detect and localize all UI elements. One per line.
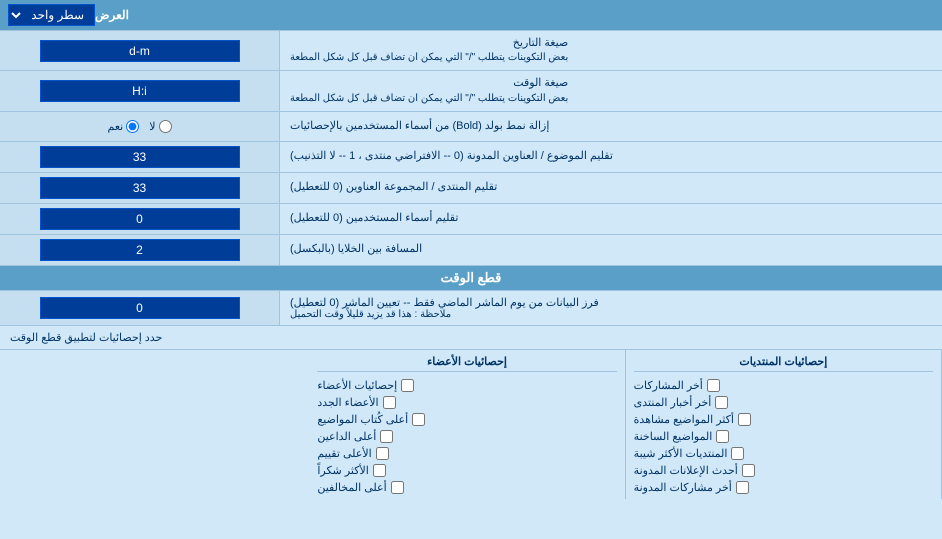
radio-no-label[interactable]: لا [149,120,171,133]
checkbox-popular-forums[interactable] [731,447,744,460]
check-forum-news: أخر أخبار المنتدى [634,396,933,409]
radio-yes[interactable] [126,120,139,133]
stats-apply-label: حدد إحصائيات لتطبيق قطع الوقت [0,326,942,349]
freeze-label: فرز البيانات من يوم الماشر الماضي فقط --… [280,291,942,325]
time-format-row: صيغة الوقت بعض التكوينات يتطلب "/" التي … [0,71,942,111]
check-member-stats: إحصائيات الأعضاء [317,379,616,392]
radio-yes-label[interactable]: نعم [108,120,140,133]
check-top-rated: الأعلى تقييم [317,447,616,460]
remove-bold-row: إزالة نمط بولد (Bold) من أسماء المستخدمي… [0,112,942,142]
date-format-input[interactable] [40,40,240,62]
freeze-input[interactable] [40,297,240,319]
stats-col1-header: إحصائيات المنتديات [634,355,933,372]
check-top-writers: أعلى كُتاب المواضيع [317,413,616,426]
stats-col-members: إحصائيات الأعضاء إحصائيات الأعضاء الأعضا… [309,350,625,499]
check-top-inviters: أعلى الداعين [317,430,616,443]
time-format-input-cell [0,71,280,110]
time-format-label: صيغة الوقت بعض التكوينات يتطلب "/" التي … [280,71,942,110]
topic-titles-label: تقليم الموضوع / العناوين المدونة (0 -- ا… [280,142,942,172]
checkbox-top-inviters[interactable] [380,430,393,443]
member-names-input[interactable] [40,208,240,230]
checkbox-top-rated[interactable] [376,447,389,460]
member-names-input-cell [0,204,280,234]
checkbox-member-stats[interactable] [401,379,414,392]
forum-titles-input[interactable] [40,177,240,199]
checkbox-last-posts[interactable] [707,379,720,392]
checkbox-new-members[interactable] [383,396,396,409]
check-last-posts: أخر المشاركات [634,379,933,392]
checkbox-blog-posts[interactable] [736,481,749,494]
remove-bold-input-cell: نعم لا [0,112,280,141]
remove-bold-radio-group: نعم لا [108,120,172,133]
freeze-data-row: فرز البيانات من يوم الماشر الماضي فقط --… [0,291,942,326]
member-names-label: تقليم أسماء المستخدمين (0 للتعطيل) [280,204,942,234]
forum-titles-label: تقليم المنتدى / المجموعة العناوين (0 للت… [280,173,942,203]
main-container: العرض سطر واحد صيغة التاريخ بعض التكوينا… [0,0,942,499]
checkbox-most-thankful[interactable] [373,464,386,477]
stats-col-empty [0,350,309,499]
topic-titles-row: تقليم الموضوع / العناوين المدونة (0 -- ا… [0,142,942,173]
top-row: العرض سطر واحد [0,0,942,31]
member-names-row: تقليم أسماء المستخدمين (0 للتعطيل) [0,204,942,235]
checkbox-top-violators[interactable] [391,481,404,494]
radio-no[interactable] [159,120,172,133]
top-label: العرض [95,8,934,22]
freeze-input-cell [0,291,280,325]
cell-spacing-label: المسافة بين الخلايا (بالبكسل) [280,235,942,265]
checkbox-top-writers[interactable] [412,413,425,426]
check-latest-announcements: أحدث الإعلانات المدونة [634,464,933,477]
check-new-members: الأعضاء الجدد [317,396,616,409]
check-popular-forums: المنتديات الأكثر شيبة [634,447,933,460]
cell-spacing-input[interactable] [40,239,240,261]
checkbox-forum-news[interactable] [715,396,728,409]
stats-checkboxes-section: إحصائيات المنتديات أخر المشاركات أخر أخب… [0,350,942,499]
date-format-input-cell [0,31,280,70]
display-select[interactable]: سطر واحد [8,4,95,26]
check-top-violators: أعلى المخالفين [317,481,616,494]
date-format-row: صيغة التاريخ بعض التكوينات يتطلب "/" الت… [0,31,942,71]
remove-bold-label: إزالة نمط بولد (Bold) من أسماء المستخدمي… [280,112,942,141]
stats-col2-header: إحصائيات الأعضاء [317,355,616,372]
stats-col-forums: إحصائيات المنتديات أخر المشاركات أخر أخب… [626,350,942,499]
time-format-input[interactable] [40,80,240,102]
check-most-viewed: أكثر المواضيع مشاهدة [634,413,933,426]
date-format-label: صيغة التاريخ بعض التكوينات يتطلب "/" الت… [280,31,942,70]
checkbox-hot-topics[interactable] [716,430,729,443]
freeze-section-title-row: قطع الوقت [0,266,942,291]
checkbox-latest-announcements[interactable] [742,464,755,477]
forum-titles-row: تقليم المنتدى / المجموعة العناوين (0 للت… [0,173,942,204]
freeze-section-title: قطع الوقت [441,270,502,286]
topic-titles-input[interactable] [40,146,240,168]
forum-titles-input-cell [0,173,280,203]
cell-spacing-input-cell [0,235,280,265]
check-hot-topics: المواضيع الساخنة [634,430,933,443]
topic-titles-input-cell [0,142,280,172]
check-blog-posts: أخر مشاركات المدونة [634,481,933,494]
checkbox-most-viewed[interactable] [738,413,751,426]
cell-spacing-row: المسافة بين الخلايا (بالبكسل) [0,235,942,266]
stats-header-row: حدد إحصائيات لتطبيق قطع الوقت [0,326,942,350]
check-most-thankful: الأكثر شكراً [317,464,616,477]
